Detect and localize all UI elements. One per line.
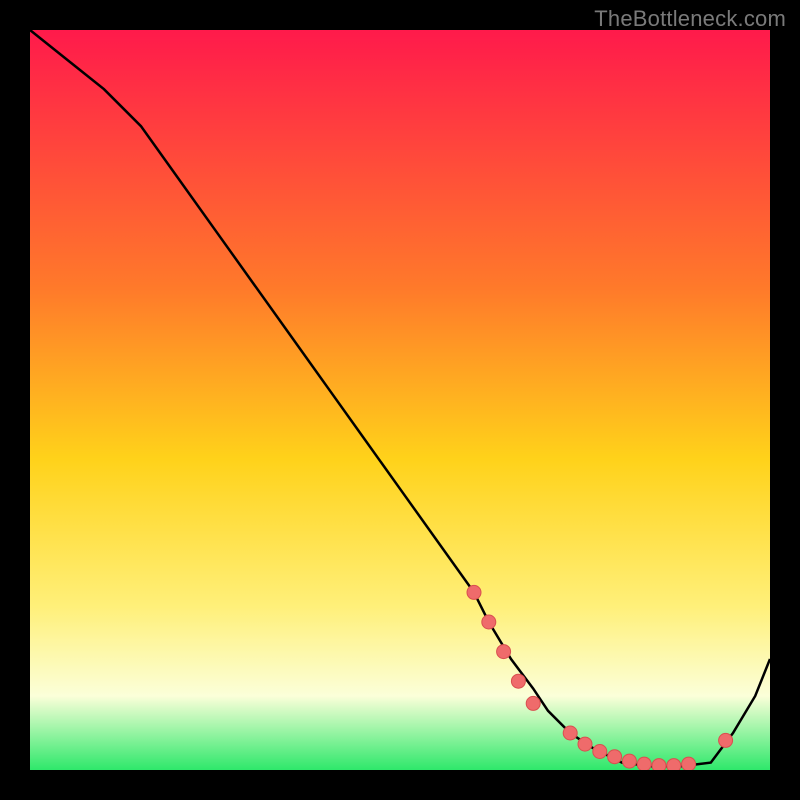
marker-point bbox=[511, 674, 525, 688]
watermark-label: TheBottleneck.com bbox=[594, 6, 786, 32]
marker-point bbox=[497, 645, 511, 659]
plot-svg bbox=[30, 30, 770, 770]
marker-point bbox=[467, 585, 481, 599]
marker-point bbox=[563, 726, 577, 740]
marker-point bbox=[608, 750, 622, 764]
marker-point bbox=[578, 737, 592, 751]
chart-frame: TheBottleneck.com bbox=[0, 0, 800, 800]
marker-point bbox=[719, 733, 733, 747]
marker-point bbox=[682, 757, 696, 770]
marker-point bbox=[622, 754, 636, 768]
plot-area bbox=[30, 30, 770, 770]
marker-point bbox=[593, 745, 607, 759]
marker-point bbox=[482, 615, 496, 629]
gradient-background bbox=[30, 30, 770, 770]
marker-point bbox=[637, 757, 651, 770]
marker-point bbox=[526, 696, 540, 710]
marker-point bbox=[667, 759, 681, 770]
marker-point bbox=[652, 759, 666, 770]
